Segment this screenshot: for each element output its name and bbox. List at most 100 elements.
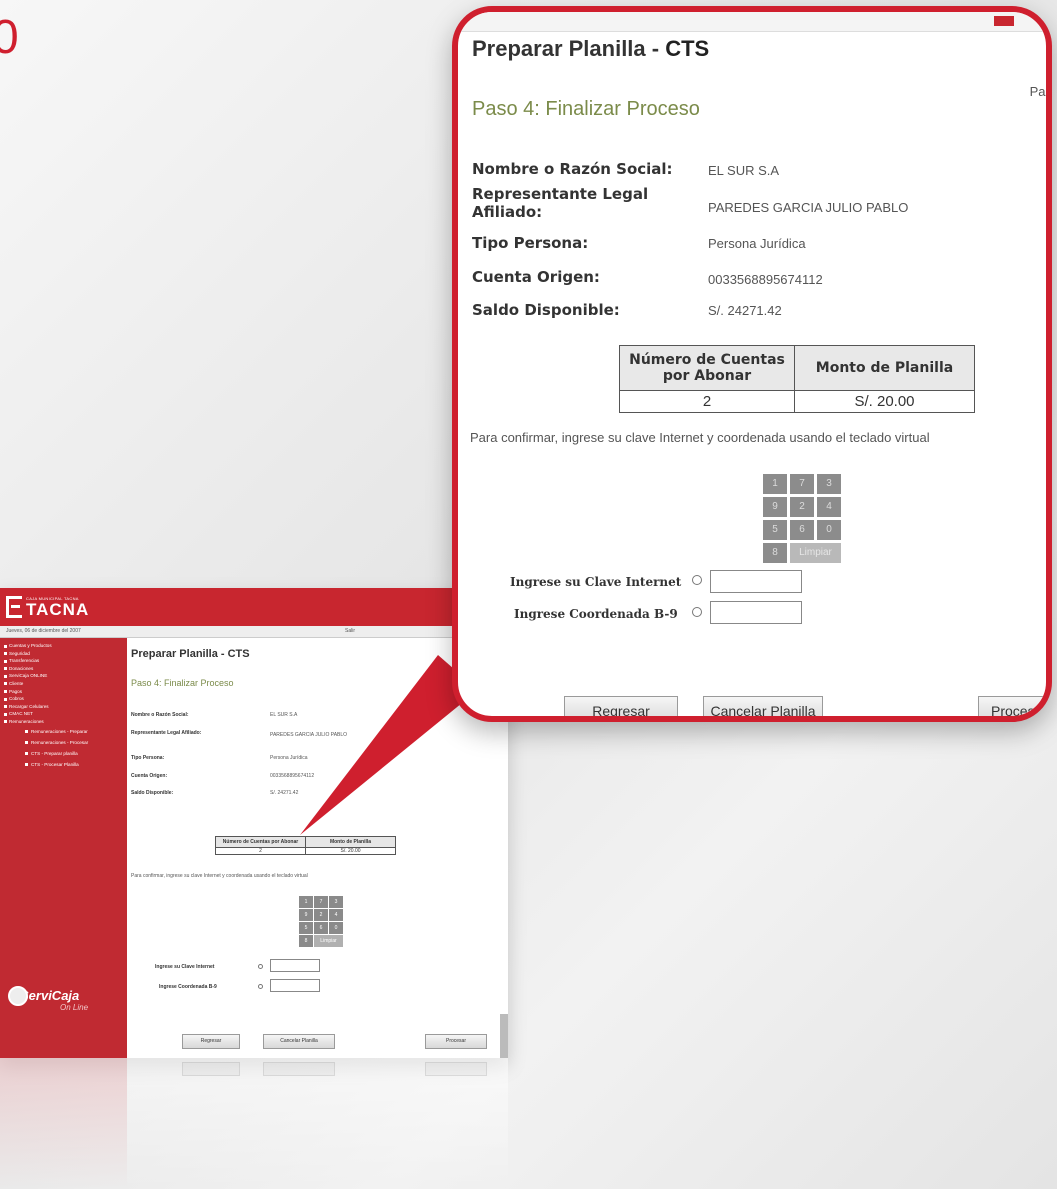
table-header: Número de Cuentas por Abonar [619, 345, 795, 391]
clave-radio[interactable] [692, 575, 702, 585]
field-value: 0033568895674112 [708, 272, 823, 287]
keypad-key[interactable]: 4 [817, 497, 841, 517]
servicaja-logo: ServiCaja On Line [8, 986, 89, 1012]
sidebar-item-seguridad[interactable]: Seguridad [3, 650, 124, 658]
sidebar-item-servicaja[interactable]: ServiCaja ONLINE [3, 672, 124, 680]
clave-input[interactable] [710, 570, 802, 593]
table-cell: S/. 20.00 [794, 390, 975, 413]
sidebar-item-remuneraciones[interactable]: Remuneraciones [3, 718, 124, 726]
cancelar-planilla-button[interactable]: Cancelar Planilla [263, 1034, 335, 1049]
zoom-top-strip [458, 12, 1046, 32]
step-indicator: Pas [1029, 84, 1052, 99]
main-content: Preparar Planilla - CTS Paso 4: Finaliza… [127, 638, 508, 1058]
clave-radio[interactable] [258, 964, 263, 969]
coordenada-label: Ingrese Coordenada B-9 [159, 984, 217, 990]
keypad-key[interactable]: 3 [329, 896, 343, 908]
clave-label: Ingrese su Clave Internet [510, 575, 682, 589]
page-title: Preparar Planilla - CTS [131, 648, 250, 660]
keypad-key[interactable]: 1 [299, 896, 313, 908]
keypad-key[interactable]: 0 [817, 520, 841, 540]
keypad-key[interactable]: 4 [329, 909, 343, 921]
table-row: 2 S/. 20.00 [215, 847, 396, 855]
sidebar-item-cuentas[interactable]: Cuentas y Productos [3, 642, 124, 650]
sidebar-subitem-rem-preparar[interactable]: Remuneraciones - Preparar [3, 726, 124, 737]
confirm-instructions: Para confirmar, ingrese su clave Interne… [131, 873, 308, 879]
field-label: Tipo Persona: [472, 234, 589, 252]
keypad-key[interactable]: 0 [329, 922, 343, 934]
servicaja-sub: On Line [60, 1003, 89, 1012]
virtual-keypad: 1 7 3 9 2 4 5 6 0 8 Limpiar [763, 474, 841, 563]
sidebar-item-pagos[interactable]: Pagos [3, 688, 124, 696]
print-icon [994, 16, 1014, 26]
app-header: CAJA MUNICIPAL TACNA TACNA [0, 588, 508, 626]
sidebar-item-cobros[interactable]: Cobros [3, 695, 124, 703]
app-screenshot: CAJA MUNICIPAL TACNA TACNA Jueves, 06 de… [0, 588, 508, 1058]
keypad-key[interactable]: 9 [299, 909, 313, 921]
keypad-key[interactable]: 3 [817, 474, 841, 494]
procesar-button[interactable]: Procesar [425, 1034, 487, 1049]
coordenada-radio[interactable] [692, 607, 702, 617]
summary-table: Número de Cuentas por Abonar Monto de Pl… [215, 836, 396, 855]
keypad-key[interactable]: 8 [299, 935, 313, 947]
logout-link[interactable]: Salir [345, 628, 355, 634]
sidebar-item-recargar[interactable]: Recargar Celulares [3, 703, 124, 711]
confirm-instructions: Para confirmar, ingrese su clave Interne… [470, 430, 930, 445]
coordenada-input[interactable] [710, 601, 802, 624]
coordenada-radio[interactable] [258, 984, 263, 989]
keypad-clear-button[interactable]: Limpiar [314, 935, 343, 947]
coordenada-input[interactable] [270, 979, 320, 992]
field-value: 0033568895674112 [270, 773, 315, 779]
scrollbar[interactable] [500, 1014, 508, 1058]
table-cell: 2 [215, 847, 306, 855]
keypad-key[interactable]: 5 [763, 520, 787, 540]
servicaja-brand: ServiCaja [20, 988, 80, 1003]
screenshot-reflection [0, 1058, 508, 1189]
table-header: Monto de Planilla [794, 345, 975, 391]
keypad-key[interactable]: 5 [299, 922, 313, 934]
step-title: Paso 4: Finalizar Proceso [472, 98, 700, 120]
regresar-button[interactable]: Regresar [182, 1034, 240, 1049]
servicaja-emblem-icon [8, 986, 28, 1006]
keypad-key[interactable]: 2 [314, 909, 328, 921]
procesar-button[interactable]: Proces [978, 696, 1046, 716]
field-label: Nombre o Razón Social: [131, 712, 189, 718]
sidebar-subitem-cts-preparar[interactable]: CTS - Preparar planilla [3, 748, 124, 759]
logo-mark-icon [6, 596, 22, 618]
field-label: Nombre o Razón Social: [472, 160, 673, 178]
table-cell: 2 [619, 390, 795, 413]
regresar-button[interactable]: Regresar [564, 696, 678, 716]
field-value: S/. 24271.42 [708, 303, 782, 318]
cancelar-planilla-button[interactable]: Cancelar Planilla [703, 696, 823, 716]
sidebar-subitem-cts-procesar[interactable]: CTS - Procesar Planilla [3, 759, 124, 770]
field-label: Representante Legal Afiliado: [131, 730, 202, 736]
keypad-key[interactable]: 6 [790, 520, 814, 540]
page-title-cts: CTS [665, 36, 710, 61]
table-header: Número de Cuentas por Abonar [215, 836, 306, 848]
field-label: Cuenta Origen: [131, 773, 168, 779]
keypad-key[interactable]: 7 [314, 896, 328, 908]
field-label: Saldo Disponible: [131, 790, 174, 796]
logo-name: TACNA [26, 599, 90, 619]
field-label: Tipo Persona: [131, 755, 165, 761]
sidebar-item-cmac-net[interactable]: CMAC NET [3, 710, 124, 718]
date-strip: Jueves, 06 de diciembre del 2007 Salir [0, 626, 508, 638]
keypad-key[interactable]: 6 [314, 922, 328, 934]
keypad-key[interactable]: 2 [790, 497, 814, 517]
keypad-key[interactable]: 1 [763, 474, 787, 494]
sidebar-subitem-rem-procesar[interactable]: Remuneraciones - Procesar [3, 737, 124, 748]
keypad-clear-button[interactable]: Limpiar [790, 543, 841, 563]
field-value: EL SUR S.A [708, 163, 780, 178]
sidebar-menu: Cuentas y Productos Seguridad Transferen… [0, 638, 127, 774]
field-value: S/. 24271.42 [270, 790, 299, 796]
field-label: Cuenta Origen: [472, 268, 600, 286]
field-value: Persona Jurídica [708, 236, 806, 251]
keypad-key[interactable]: 9 [763, 497, 787, 517]
sidebar-item-donaciones[interactable]: Donaciones [3, 665, 124, 673]
table-header: Monto de Planilla [305, 836, 396, 848]
sidebar-item-transferencias[interactable]: Transferencias [3, 657, 124, 665]
clave-input[interactable] [270, 959, 320, 972]
keypad-key[interactable]: 7 [790, 474, 814, 494]
keypad-key[interactable]: 8 [763, 543, 787, 563]
caja-tacna-logo: CAJA MUNICIPAL TACNA TACNA [6, 596, 89, 618]
sidebar-item-cliente[interactable]: Cliente [3, 680, 124, 688]
